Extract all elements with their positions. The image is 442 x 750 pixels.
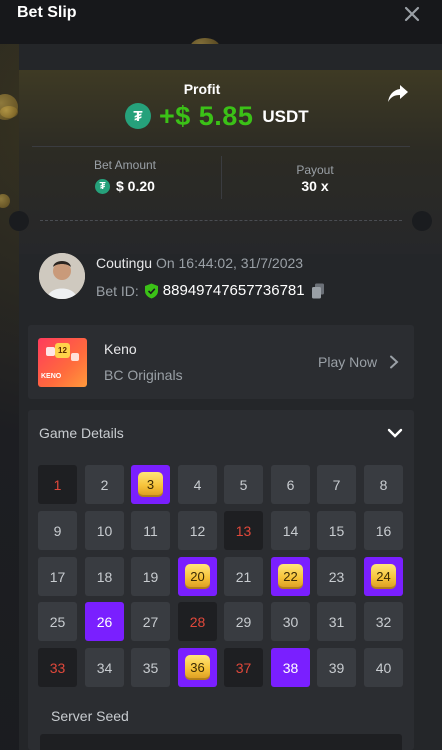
keno-tile: 38: [271, 648, 310, 687]
keno-tile-number: 20: [185, 564, 210, 589]
keno-thumb-text: KENO: [41, 373, 62, 380]
tether-icon: ₮: [95, 178, 110, 194]
keno-tile: 30: [271, 602, 310, 641]
keno-tile: 18: [85, 557, 124, 596]
keno-tile: 26: [85, 602, 124, 641]
keno-tile: 10: [85, 511, 124, 550]
keno-tile: 8: [364, 465, 403, 504]
bet-id-row: Bet ID: 88949747657736781: [96, 282, 325, 299]
payout-value: 30 x: [301, 178, 329, 194]
keno-tile-number: 24: [371, 564, 396, 589]
username[interactable]: Coutingu: [96, 255, 152, 271]
avatar[interactable]: [39, 253, 85, 299]
game-provider: BC Originals: [104, 367, 183, 383]
keno-tile: 21: [224, 557, 263, 596]
game-details-panel: Game Details 1 2 3 4 5 6 7 8 9 10 11 12 13 14 15 16 17 18…: [28, 410, 414, 750]
keno-tile-number: 3: [138, 472, 163, 497]
keno-tile: 1: [38, 465, 77, 504]
keno-tile: 28: [178, 602, 217, 641]
copy-icon[interactable]: [311, 283, 325, 299]
game-card[interactable]: 12 KENO Keno BC Originals Play Now: [28, 325, 414, 399]
bet-user-line: Coutingu On 16:44:02, 31/7/2023: [96, 255, 303, 271]
summary-divider: [32, 146, 410, 147]
keno-tile: 36: [178, 648, 217, 687]
game-name: Keno: [104, 341, 137, 357]
keno-tile: 25: [38, 602, 77, 641]
keno-tile: 19: [131, 557, 170, 596]
keno-tile: 13: [224, 511, 263, 550]
bet-slip-header: Bet Slip: [0, 0, 442, 44]
keno-tile: 35: [131, 648, 170, 687]
server-seed-label: Server Seed: [51, 708, 129, 724]
bet-amount-label: Bet Amount: [93, 158, 157, 172]
payout-label: Payout: [296, 163, 334, 177]
keno-tile: 23: [317, 557, 356, 596]
keno-tile: 4: [178, 465, 217, 504]
keno-tile: 16: [364, 511, 403, 550]
keno-tile: 33: [38, 648, 77, 687]
ticket-notch-right: [412, 211, 432, 231]
keno-tile-number: 22: [278, 564, 303, 589]
bet-time: On 16:44:02, 31/7/2023: [155, 255, 304, 271]
play-now-button[interactable]: Play Now: [318, 354, 377, 370]
keno-tile: 32: [364, 602, 403, 641]
bet-id-value: 88949747657736781: [162, 282, 305, 299]
chevron-right-icon[interactable]: [389, 355, 399, 369]
keno-tile: 14: [271, 511, 310, 550]
keno-game-thumbnail: 12 KENO: [38, 338, 87, 387]
ticket-notch-left: [9, 211, 29, 231]
bet-id-label: Bet ID:: [96, 282, 139, 299]
keno-tile: 39: [317, 648, 356, 687]
bet-amount-value: $ 0.20: [116, 178, 155, 194]
keno-tile: 24: [364, 557, 403, 596]
header-title: Bet Slip: [17, 4, 77, 21]
close-icon[interactable]: [402, 4, 422, 24]
keno-tile: 17: [38, 557, 77, 596]
keno-tile: 22: [271, 557, 310, 596]
keno-tile: 34: [85, 648, 124, 687]
keno-tile: 6: [271, 465, 310, 504]
bet-amount-value-row: ₮ $ 0.20: [95, 178, 155, 194]
tether-icon: ₮: [125, 103, 151, 129]
keno-thumb-badge: 12: [58, 346, 67, 355]
server-seed-field[interactable]: [40, 734, 402, 750]
keno-tile: 27: [131, 602, 170, 641]
ticket-tear-line: [40, 220, 402, 221]
keno-tile: 11: [131, 511, 170, 550]
keno-tile: 37: [224, 648, 263, 687]
profit-label: Profit: [183, 81, 221, 97]
keno-tile: 9: [38, 511, 77, 550]
keno-tile: 15: [317, 511, 356, 550]
keno-tile: 12: [178, 511, 217, 550]
game-details-title: Game Details: [39, 425, 124, 441]
stat-divider: [221, 156, 222, 199]
keno-tile: 7: [317, 465, 356, 504]
keno-tile: 40: [364, 648, 403, 687]
keno-tile: 20: [178, 557, 217, 596]
keno-tile: 3: [131, 465, 170, 504]
keno-tile: 29: [224, 602, 263, 641]
profit-currency: USDT: [262, 107, 309, 126]
chevron-down-icon[interactable]: [387, 427, 403, 439]
keno-tile: 31: [317, 602, 356, 641]
shield-check-icon: [144, 283, 158, 298]
keno-tile-number: 36: [185, 655, 210, 680]
profit-row: ₮ +$ 5.85 USDT: [125, 100, 309, 132]
keno-tile: 2: [85, 465, 124, 504]
profit-value: +$ 5.85: [159, 100, 254, 131]
share-icon[interactable]: [387, 83, 409, 103]
keno-tile: 5: [224, 465, 263, 504]
